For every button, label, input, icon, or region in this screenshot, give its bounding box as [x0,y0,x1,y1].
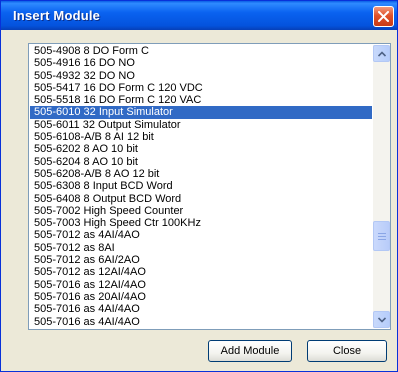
list-item[interactable]: 505-6204 8 AO 10 bit [30,156,372,168]
chevron-up-icon [378,51,386,57]
list-item[interactable]: 505-7012 as 6AI/2AO [30,254,372,266]
list-item[interactable]: 505-6202 8 AO 10 bit [30,143,372,155]
list-item[interactable]: 505-5518 16 DO Form C 120 VAC [30,94,372,106]
thumb-grip-line [378,233,386,234]
list-item[interactable]: 505-6010 32 Input Simulator [30,106,372,119]
list-item[interactable]: 505-7003 High Speed Ctr 100KHz [30,217,372,229]
list-item[interactable]: 505-7012 as 8AI [30,242,372,254]
list-item[interactable]: 505-7012 as 4AI/4AO [30,229,372,241]
insert-module-dialog: Insert Module 505-4908 8 DO Form C 505-49… [0,0,398,372]
list-item[interactable]: 505-7002 High Speed Counter [30,205,372,217]
list-item[interactable]: 505-7016 as 4AI/4AO [30,303,372,315]
scroll-up-button[interactable] [373,45,390,62]
close-button[interactable]: Close [307,340,387,362]
module-listbox[interactable]: 505-4908 8 DO Form C 505-4916 16 DO NO 505… [28,43,391,330]
window-title: Insert Module [13,8,101,23]
list-item[interactable]: 505-6308 8 Input BCD Word [30,180,372,192]
window-close-button[interactable] [373,6,394,27]
title-bar[interactable]: Insert Module [1,1,397,30]
list-item[interactable]: 505-4908 8 DO Form C [30,45,372,57]
scroll-down-button[interactable] [373,311,390,328]
list-scrollbar[interactable] [373,45,390,328]
add-module-button[interactable]: Add Module [208,340,292,362]
module-list-items: 505-4908 8 DO Form C 505-4916 16 DO NO 505… [30,45,372,328]
list-item[interactable]: 505-6011 32 Output Simulator [30,119,372,131]
thumb-grip-line [378,236,386,237]
list-item[interactable]: 505-4916 16 DO NO [30,57,372,69]
list-item[interactable]: 505-7012 as 12AI/4AO [30,266,372,278]
close-x-icon [378,11,389,22]
scroll-thumb[interactable] [373,221,390,251]
chevron-down-icon [378,317,386,323]
list-item[interactable]: 505-6408 8 Output BCD Word [30,193,372,205]
list-item[interactable]: 505-5417 16 DO Form C 120 VDC [30,82,372,94]
list-item[interactable]: 505-7016 as 4AI/4AO [30,316,372,328]
list-item[interactable]: 505-4932 32 DO NO [30,70,372,82]
list-item[interactable]: 505-6108-A/B 8 AI 12 bit [30,131,372,143]
list-item[interactable]: 505-7016 as 20AI/4AO [30,291,372,303]
list-item[interactable]: 505-7016 as 12AI/4AO [30,279,372,291]
thumb-grip-line [378,239,386,240]
list-item[interactable]: 505-6208-A/B 8 AO 12 bit [30,168,372,180]
